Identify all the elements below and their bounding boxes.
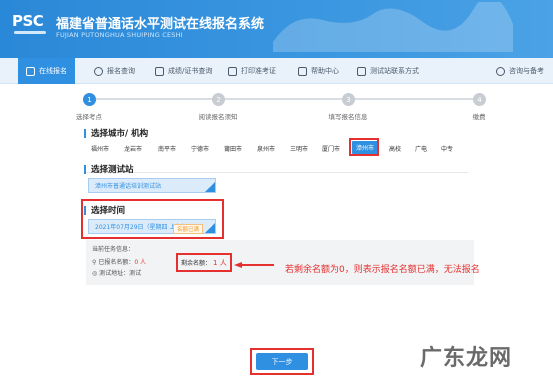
psc-logo: PSC [12,12,44,30]
city-option[interactable]: 莆田市 [224,144,242,153]
nav-help-center[interactable]: 帮助中心 [298,58,339,84]
city-option[interactable]: 厦门市 [322,144,340,153]
site-title: 福建省普通话水平测试在线报名系统 [56,17,265,32]
quota-full-badge: 名额已满 [172,224,203,234]
section-divider [84,172,468,173]
exam-site-option[interactable]: 漳州市普通话培训测试站 [88,178,216,193]
exam-address: ◎ 测试地址：测试 [92,268,141,277]
nav-online-register[interactable]: 在线报名 [18,58,75,84]
remaining-quota-box: 剩余名额： 1 人 [176,253,232,272]
check-icon [205,223,215,233]
remaining-value: 1 人 [213,258,227,267]
step-1-label: 选择考点 [76,113,102,121]
arrow-left-icon [234,262,274,268]
nav-label: 测试站联系方式 [370,67,419,75]
nav-label: 成绩/证书查询 [168,67,213,75]
watermark: 广东龙网 [420,345,513,371]
city-section-title: 选择城市/ 机构 [84,127,148,139]
address-label: 测试地址： [99,270,130,277]
step-4-dot: 4 [473,93,486,106]
registered-count: ⚲ 已报名名额：0 人 [92,257,146,266]
highlight-city-box [349,138,379,156]
logo-underline [14,31,46,34]
city-option[interactable]: 高校 [389,144,401,153]
info-heading: 当前任务信息： [92,246,135,253]
time-section-title: 选择时间 [84,204,125,216]
help-icon [298,66,307,76]
contact-icon [357,66,366,76]
nav-contact[interactable]: 测试站联系方式 [357,58,419,84]
steps-progress-line [90,98,480,100]
annotation-note: 若剩余名额为0，则表示报名名额已满，无法报名 [285,265,480,275]
city-option[interactable]: 广电 [415,144,427,153]
site-section-title: 选择测试站 [84,163,134,175]
step-3-dot: 3 [342,93,355,106]
nav-label: 帮助中心 [311,67,339,75]
nav-label: 在线报名 [39,67,67,75]
city-option[interactable]: 福州市 [91,144,109,153]
nav-register-query[interactable]: 报名查询 [94,58,135,84]
city-option[interactable]: 龙岩市 [124,144,142,153]
printer-icon [228,66,237,76]
exam-time-option[interactable]: 2021年07月29日（星期四 上午） 名额已满 [88,219,216,234]
step-4-label: 缴费 [472,113,486,121]
registered-value: 0 人 [134,259,147,266]
site-subtitle: FUJIAN PUTONGHUA SHUIPING CESHI [56,31,183,39]
nav-score-query[interactable]: 成绩/证书查询 [155,58,212,84]
map-background-icon [273,2,513,52]
nav-label: 报名查询 [107,67,135,75]
site-header: PSC 福建省普通话水平测试在线报名系统 FUJIAN PUTONGHUA SH… [0,0,553,58]
remaining-label: 剩余名额： [181,260,212,267]
city-option[interactable]: 宁德市 [191,144,209,153]
chat-icon [496,66,505,76]
step-2-dot: 2 [212,93,225,106]
city-option[interactable]: 南平市 [158,144,176,153]
city-option[interactable]: 三明市 [290,144,308,153]
exam-site-label: 漳州市普通话培训测试站 [95,183,162,190]
step-3-label: 填写报名信息 [328,113,368,121]
step-1-dot: 1 [83,93,96,106]
main-nav: 在线报名 报名查询 成绩/证书查询 打印准考证 帮助中心 测试站联系方式 咨询与… [0,58,553,84]
nav-label: 咨询与备考 [509,67,544,75]
nav-consult[interactable]: 咨询与备考 [496,58,544,84]
certificate-icon [155,66,164,76]
search-icon [94,66,103,76]
nav-print-ticket[interactable]: 打印准考证 [228,58,276,84]
nav-label: 打印准考证 [241,67,276,75]
next-step-button[interactable]: 下一步 [256,353,308,370]
registered-label: 已报名名额： [98,259,135,266]
step-2-label: 阅读报名须知 [198,113,238,121]
city-option[interactable]: 泉州市 [257,144,275,153]
check-icon [205,182,215,192]
edit-icon [26,66,35,76]
city-option[interactable]: 中专 [441,144,453,153]
address-value: 测试 [129,270,142,277]
